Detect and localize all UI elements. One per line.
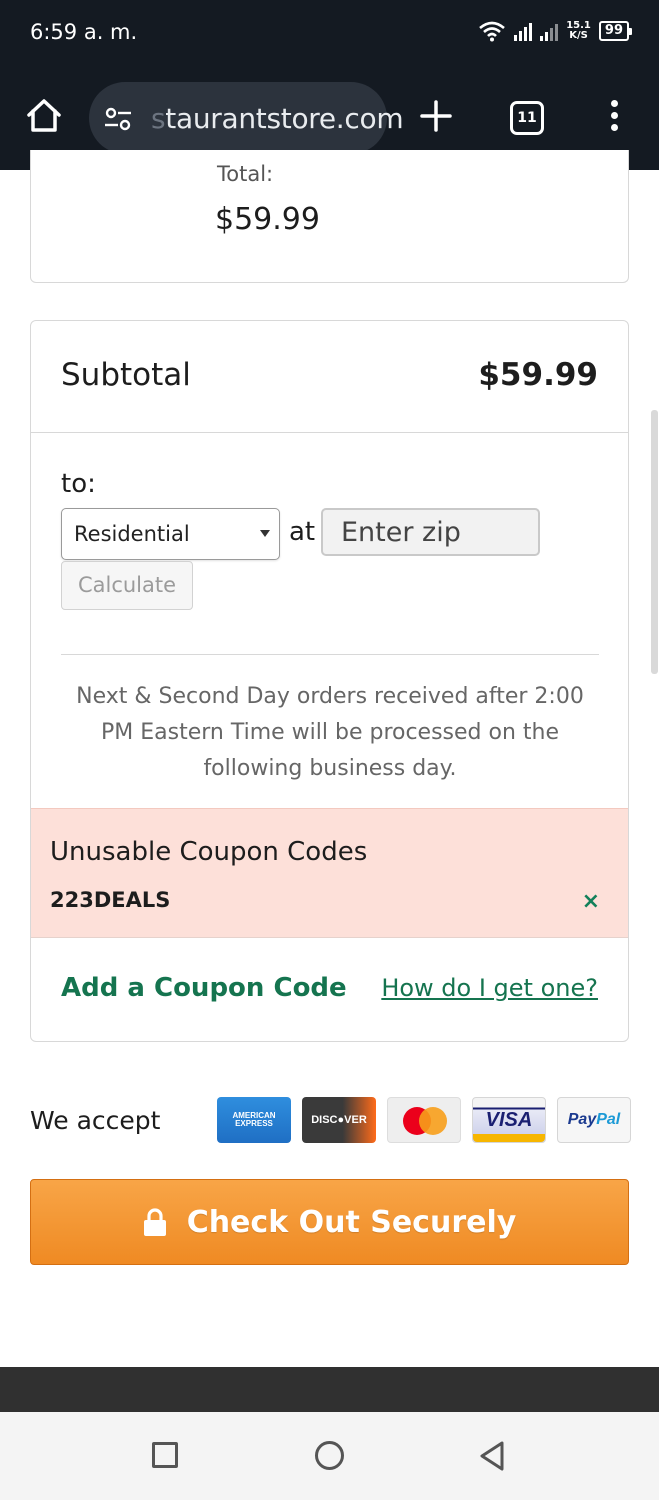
shipping-notice: Next & Second Day orders received after … — [76, 684, 584, 781]
caret-down-icon — [260, 530, 270, 537]
url-text: staurantstore.com — [151, 102, 404, 135]
checkout-label: Check Out Securely — [186, 1204, 517, 1240]
how-to-get-coupon-link[interactable]: How do I get one? — [381, 974, 598, 1002]
at-label: at — [289, 517, 316, 547]
discover-logo: DISC●VER — [302, 1097, 376, 1143]
subtotal-value: $59.99 — [478, 357, 598, 393]
home-icon[interactable] — [24, 96, 64, 136]
subtotal-row: Subtotal $59.99 — [31, 321, 628, 433]
status-time: 6:59 a. m. — [30, 20, 138, 44]
signal-icon — [514, 21, 533, 41]
page-footer — [0, 1367, 659, 1412]
visa-logo: VISA — [472, 1097, 546, 1143]
page-scrollbar[interactable] — [651, 410, 658, 674]
unusable-coupons-box: Unusable Coupon Codes 223DEALS × — [31, 808, 628, 938]
ship-to-label: to: — [61, 469, 96, 499]
total-value: $59.99 — [215, 202, 320, 237]
network-speed: 15.1 K/S — [566, 20, 591, 41]
signal-icon-2 — [540, 21, 559, 41]
amex-logo: AMERICAN EXPRESS — [217, 1097, 291, 1143]
address-bar[interactable]: staurantstore.com — [89, 82, 404, 154]
address-type-value: Residential — [74, 522, 190, 546]
lock-icon — [143, 1208, 166, 1236]
more-menu-icon[interactable] — [604, 100, 624, 136]
subtotal-label: Subtotal — [61, 357, 191, 393]
calculate-button[interactable]: Calculate — [61, 561, 193, 610]
total-label: Total: — [217, 162, 274, 186]
battery-icon: 99 — [598, 21, 633, 41]
address-type-select[interactable]: Residential — [61, 508, 280, 560]
coupon-code: 223DEALS — [50, 888, 171, 912]
unusable-coupons-title: Unusable Coupon Codes — [50, 837, 368, 867]
order-total-card: Total: $59.99 — [30, 150, 629, 283]
paypal-logo: Pay Pal — [557, 1097, 631, 1143]
tab-switcher-button[interactable]: 11 — [510, 101, 544, 135]
divider — [61, 654, 599, 655]
remove-coupon-icon[interactable]: × — [582, 889, 600, 914]
browser-chrome: 6:59 a. m. 15.1 K/S 99 staurantstore.com… — [0, 0, 659, 170]
status-icons: 15.1 K/S 99 — [478, 20, 633, 42]
wifi-icon — [479, 21, 506, 42]
zip-input[interactable] — [321, 508, 540, 556]
site-settings-icon[interactable] — [103, 104, 133, 134]
mastercard-logo — [387, 1097, 461, 1143]
payment-methods: AMERICAN EXPRESS DISC●VER VISA Pay Pal — [217, 1097, 631, 1143]
recent-apps-icon[interactable] — [152, 1442, 178, 1468]
back-icon[interactable] — [479, 1440, 505, 1472]
we-accept-label: We accept — [30, 1106, 161, 1135]
add-coupon-link[interactable]: Add a Coupon Code — [61, 973, 347, 1003]
cart-summary-card: Subtotal $59.99 to: Residential at Calcu… — [30, 320, 629, 1042]
new-tab-icon[interactable] — [418, 98, 454, 134]
home-circle-icon[interactable] — [315, 1441, 344, 1470]
checkout-button[interactable]: Check Out Securely — [30, 1179, 629, 1265]
